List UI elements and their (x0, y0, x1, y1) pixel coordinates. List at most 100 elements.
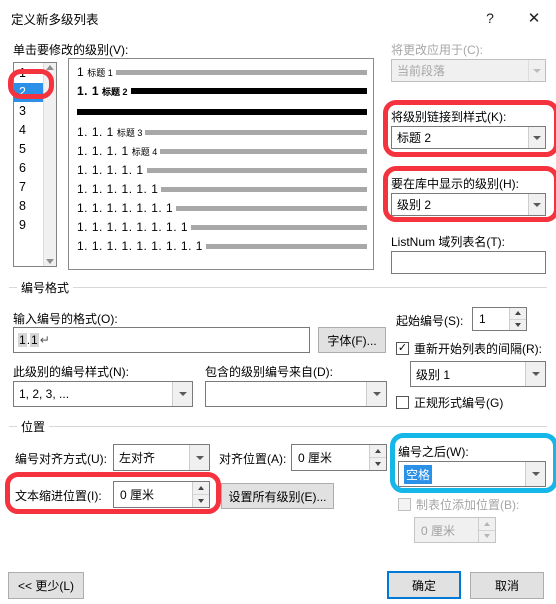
text-indent-label: 文本缩进位置(I): (15, 489, 102, 503)
preview-heading: 标题 3 (116, 127, 143, 138)
restart-list-checkbox[interactable]: ✓ 重新开始列表的间隔(R): (396, 340, 542, 357)
link-level-to-style-label: 将级别链接到样式(K): (391, 108, 506, 125)
follow-number-with-value: 空格 (404, 464, 433, 484)
start-at-label: 起始编号(S): (396, 314, 464, 328)
preview-heading: 标题 4 (131, 146, 158, 157)
checkbox-checked-icon[interactable]: ✓ (396, 342, 409, 355)
preview-bar (146, 167, 367, 173)
level-item[interactable]: 5 (14, 140, 43, 159)
link-level-to-style-label-text: 将级别链接到样式(K): (391, 110, 507, 124)
set-all-levels-button[interactable]: 设置所有级别(E)... (221, 483, 334, 509)
preview-bar (176, 205, 367, 211)
spinner-up-icon (479, 518, 495, 530)
preview-row: 1. 1. 1. 1 标题 4 (77, 144, 367, 158)
spinner-down-icon[interactable] (510, 318, 526, 331)
chevron-down-icon[interactable] (525, 462, 545, 486)
preview-row-separator (77, 109, 367, 115)
title-bar-buttons: ? ✕ (468, 0, 556, 36)
apply-changes-value: 当前段落 (397, 64, 446, 78)
number-alignment-value: 左对齐 (119, 451, 156, 465)
preview-row: 1 标题 1 (77, 65, 367, 79)
spinner-buttons (478, 518, 495, 542)
level-item[interactable]: 1 (14, 64, 43, 83)
text-indent-value: 0 厘米 (120, 488, 155, 502)
level-item[interactable]: 6 (14, 159, 43, 178)
spinner-buttons[interactable] (369, 445, 386, 470)
level-list-scrollbar[interactable] (43, 63, 56, 266)
close-icon[interactable]: ✕ (512, 0, 556, 36)
number-format-group-title: 编号格式 (17, 279, 74, 296)
chevron-down-icon[interactable] (528, 194, 545, 215)
cancel-button[interactable]: 取消 (470, 572, 544, 599)
format-field-code-a: 1 (18, 333, 27, 347)
enter-format-input[interactable]: 1. 1 ↵ (13, 327, 310, 353)
spinner-up-icon[interactable] (510, 308, 526, 319)
level-item[interactable]: 3 (14, 102, 43, 121)
ok-button[interactable]: 确定 (387, 571, 461, 599)
scroll-down-icon[interactable] (46, 259, 54, 264)
spinner-buttons[interactable] (192, 482, 209, 507)
number-alignment-dropdown[interactable]: 左对齐 (113, 444, 210, 471)
aligned-at-spinner[interactable]: 0 厘米 (291, 444, 387, 471)
preview-number: 1. 1. 1. 1. 1. 1. 1. 1. 1 (77, 239, 203, 253)
chevron-down-icon[interactable] (172, 382, 192, 406)
spinner-up-icon[interactable] (370, 445, 386, 457)
level-item[interactable]: 8 (14, 197, 43, 216)
level-item[interactable]: 9 (14, 216, 43, 235)
preview-number: 1 (77, 65, 85, 79)
preview-row: 1. 1. 1. 1. 1. 1 (77, 182, 367, 196)
scroll-up-icon[interactable] (46, 65, 54, 70)
chevron-down-icon[interactable] (525, 362, 545, 386)
restart-list-dropdown[interactable]: 级别 1 (410, 361, 546, 387)
link-level-to-style-dropdown[interactable]: 标题 2 (391, 126, 546, 149)
font-button[interactable]: 字体(F)... (318, 327, 386, 353)
spinner-buttons[interactable] (509, 308, 526, 330)
chevron-down-icon[interactable] (189, 445, 209, 470)
spinner-down-icon[interactable] (193, 494, 209, 507)
listnum-field-input[interactable] (391, 251, 546, 274)
preview-number: 1. 1. 1. 1 (77, 144, 129, 158)
checkbox-unchecked-icon[interactable] (396, 396, 409, 409)
chevron-down-icon[interactable] (528, 127, 545, 148)
level-list[interactable]: 1 2 3 4 5 6 7 8 9 (13, 62, 57, 267)
start-at-value: 1 (479, 312, 486, 326)
preview-number: 1. 1. 1. 1. 1. 1. 1. 1 (77, 220, 189, 234)
preview-row: 1. 1. 1. 1. 1. 1. 1. 1. 1 (77, 239, 367, 253)
number-style-dropdown[interactable]: 1, 2, 3, ... (13, 381, 193, 407)
preview-bar-solid (77, 109, 367, 115)
less-button[interactable]: << 更少(L) (8, 572, 84, 599)
format-field-code-b: 1 (30, 333, 39, 347)
level-item-selected[interactable]: 2 (14, 83, 43, 102)
preview-row: 1. 1. 1. 1. 1. 1. 1 (77, 201, 367, 215)
preview-heading: 标题 1 (87, 67, 113, 78)
number-style-label: 此级别的编号样式(N): (13, 365, 129, 379)
group-divider (9, 426, 547, 427)
follow-number-with-dropdown[interactable]: 空格 (398, 461, 546, 487)
include-level-dropdown[interactable] (205, 381, 387, 407)
level-item[interactable]: 4 (14, 121, 43, 140)
level-item[interactable]: 7 (14, 178, 43, 197)
checkbox-unchecked-icon (398, 498, 411, 511)
preview-bar (205, 243, 367, 249)
level-list-items: 1 2 3 4 5 6 7 8 9 (14, 63, 43, 266)
gallery-level-dropdown[interactable]: 级别 2 (391, 193, 546, 216)
legal-numbering-checkbox[interactable]: 正规形式编号(G) (396, 394, 503, 411)
link-level-to-style-value: 标题 2 (397, 131, 432, 145)
preview-bar (160, 148, 367, 154)
follow-number-with-label: 编号之后(W): (398, 445, 469, 459)
text-indent-spinner[interactable]: 0 厘米 (113, 481, 210, 508)
chevron-down-icon[interactable] (366, 382, 386, 406)
preview-number: 1. 1. 1. 1. 1 (77, 163, 144, 177)
restart-list-value: 级别 1 (416, 367, 451, 382)
help-button[interactable]: ? (468, 0, 512, 36)
aligned-at-label: 对齐位置(A): (219, 452, 287, 466)
preview-bar (161, 186, 367, 192)
spinner-up-icon[interactable] (193, 482, 209, 494)
apply-changes-dropdown: 当前段落 (391, 59, 546, 82)
spinner-down-icon[interactable] (370, 457, 386, 470)
list-preview: 1 标题 1 1. 1 标题 2 1. 1. 1 标题 3 1. 1. 1. 1… (68, 58, 374, 270)
preview-row: 1. 1. 1 标题 3 (77, 125, 367, 139)
start-at-spinner[interactable]: 1 (472, 307, 527, 331)
group-divider (9, 287, 547, 288)
aligned-at-value: 0 厘米 (298, 451, 333, 465)
